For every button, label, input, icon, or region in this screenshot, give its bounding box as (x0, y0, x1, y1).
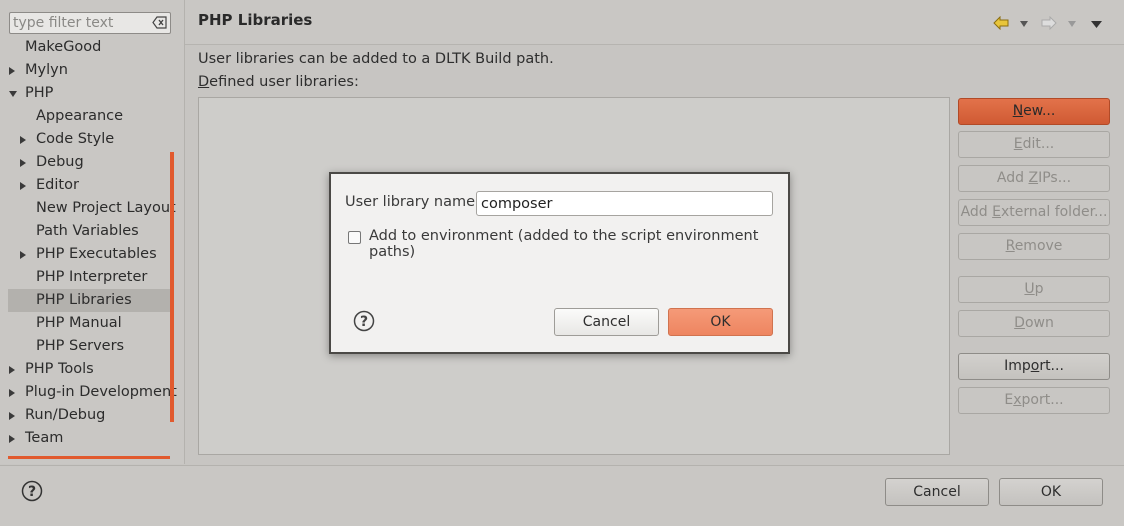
tree-item-label: PHP Executables (36, 246, 157, 262)
tree-item-path-variables[interactable]: Path Variables (0, 220, 184, 243)
tree-item-editor[interactable]: Editor (0, 174, 184, 197)
forward-menu-chevron-icon[interactable] (1067, 21, 1077, 27)
remove-button[interactable]: Remove (958, 233, 1110, 260)
tree-item-mylyn[interactable]: Mylyn (0, 59, 184, 82)
preferences-tree: MakeGood Mylyn PHP Appearance Code Style Debu… (0, 36, 184, 450)
tree-horizontal-scrollbar[interactable] (8, 456, 170, 459)
tree-item-label: Plug-in Development (25, 384, 177, 400)
collapsed-arrow-icon[interactable] (9, 412, 15, 420)
tree-item-label: PHP (25, 85, 54, 101)
add-to-environment-checkbox[interactable] (348, 231, 361, 244)
defined-libraries-mnemonic: D (198, 74, 210, 90)
new-library-button[interactable]: New... (958, 98, 1110, 125)
add-external-folder-button[interactable]: Add External folder... (958, 199, 1110, 226)
down-button[interactable]: Down (958, 310, 1110, 337)
tree-item-label: MakeGood (25, 39, 102, 55)
page-title: PHP Libraries (198, 11, 313, 29)
collapsed-arrow-icon[interactable] (9, 67, 15, 75)
view-menu-chevron-icon[interactable] (1091, 21, 1102, 28)
tree-item-label: Debug (36, 154, 84, 170)
svg-text:?: ? (360, 314, 368, 330)
svg-text:?: ? (28, 484, 36, 500)
back-menu-chevron-icon[interactable] (1019, 21, 1029, 27)
defined-libraries-label: Defined user libraries: (198, 74, 359, 90)
tree-item-run-debug[interactable]: Run/Debug (0, 404, 184, 427)
page-header: PHP Libraries (185, 0, 1124, 45)
preferences-tree-panel: MakeGood Mylyn PHP Appearance Code Style Debu… (0, 0, 185, 464)
dialog-ok-button[interactable]: OK (668, 308, 773, 336)
add-zips-button[interactable]: Add ZIPs... (958, 165, 1110, 192)
tree-item-php-libraries[interactable]: PHP Libraries (8, 289, 172, 312)
tree-item-php-servers[interactable]: PHP Servers (0, 335, 184, 358)
tree-item-php-interpreter[interactable]: PHP Interpreter (0, 266, 184, 289)
tree-item-label: Appearance (36, 108, 124, 124)
edit-library-button[interactable]: Edit... (958, 131, 1110, 158)
tree-item-php-executables[interactable]: PHP Executables (0, 243, 184, 266)
filter-input[interactable] (10, 13, 148, 33)
tree-item-label: Code Style (36, 131, 115, 147)
tree-item-php[interactable]: PHP (0, 82, 184, 105)
library-name-input[interactable] (476, 191, 773, 216)
tree-item-label: PHP Tools (25, 361, 94, 377)
tree-item-label: PHP Interpreter (36, 269, 148, 285)
tree-item-makegood[interactable]: MakeGood (0, 36, 184, 59)
tree-item-label: Mylyn (25, 62, 68, 78)
tree-item-plug-in-development[interactable]: Plug-in Development (0, 381, 184, 404)
clear-filter-icon[interactable] (152, 16, 167, 29)
new-user-library-dialog: User library name: Add to environment (a… (329, 172, 790, 354)
tree-item-label: New Project Layout (36, 200, 176, 216)
filter-field[interactable] (9, 12, 171, 34)
defined-libraries-label-rest: efined user libraries: (209, 74, 359, 90)
dialog-help-icon[interactable]: ? (353, 310, 375, 332)
tree-item-label: PHP Libraries (36, 292, 132, 308)
forward-arrow-icon[interactable] (1041, 16, 1057, 30)
collapsed-arrow-icon[interactable] (9, 389, 15, 397)
collapsed-arrow-icon[interactable] (20, 182, 26, 190)
tree-item-php-tools[interactable]: PHP Tools (0, 358, 184, 381)
tree-item-label: PHP Servers (36, 338, 125, 354)
collapsed-arrow-icon[interactable] (20, 251, 26, 259)
import-button[interactable]: Import... (958, 353, 1110, 380)
footer-ok-button[interactable]: OK (999, 478, 1103, 506)
footer-cancel-button[interactable]: Cancel (885, 478, 989, 506)
tree-scrollbar[interactable] (170, 152, 174, 422)
collapsed-arrow-icon[interactable] (9, 435, 15, 443)
help-icon[interactable]: ? (21, 480, 43, 502)
export-button[interactable]: Export... (958, 387, 1110, 414)
tree-item-team[interactable]: Team (0, 427, 184, 450)
library-name-label: User library name: (345, 194, 480, 210)
collapsed-arrow-icon[interactable] (20, 159, 26, 167)
tree-item-appearance[interactable]: Appearance (0, 105, 184, 128)
up-button[interactable]: Up (958, 276, 1110, 303)
tree-item-new-project-layout[interactable]: New Project Layout (0, 197, 184, 220)
tree-item-label: Editor (36, 177, 79, 193)
tree-item-label: Run/Debug (25, 407, 106, 423)
add-to-environment-label[interactable]: Add to environment (added to the script … (369, 228, 788, 260)
dialog-cancel-button[interactable]: Cancel (554, 308, 659, 336)
collapsed-arrow-icon[interactable] (20, 136, 26, 144)
tree-item-label: Path Variables (36, 223, 139, 239)
tree-item-code-style[interactable]: Code Style (0, 128, 184, 151)
back-arrow-icon[interactable] (993, 16, 1009, 30)
page-description: User libraries can be added to a DLTK Bu… (198, 51, 554, 67)
collapsed-arrow-icon[interactable] (9, 366, 15, 374)
tree-item-debug[interactable]: Debug (0, 151, 184, 174)
tree-item-php-manual[interactable]: PHP Manual (0, 312, 184, 335)
tree-item-label: Team (25, 430, 64, 446)
expanded-arrow-icon[interactable] (9, 91, 17, 97)
tree-item-label: PHP Manual (36, 315, 122, 331)
